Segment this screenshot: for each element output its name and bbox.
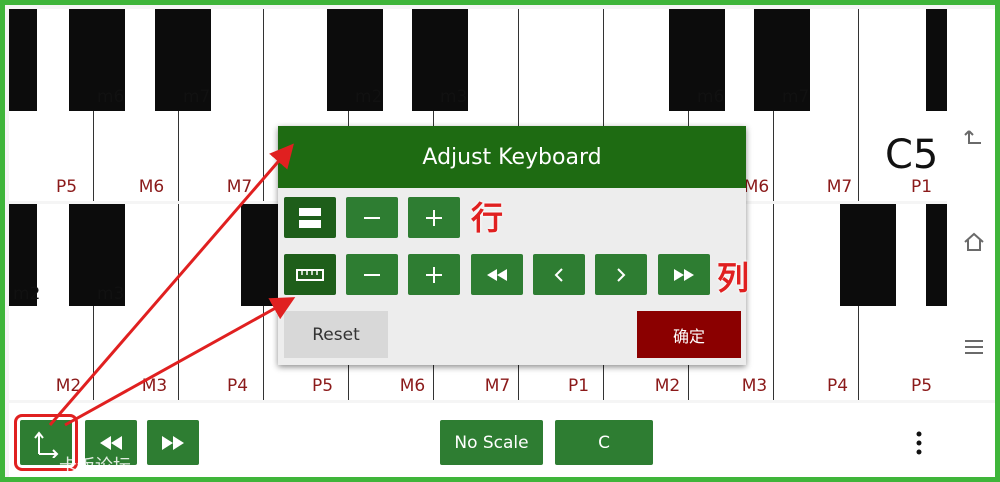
watermark-text: 卡饭论坛 [59, 456, 131, 477]
annotation-arrows [48, 143, 296, 427]
app-frame: m6 m7 m2 m3 m6 m7 P5 M6 M7 M6 M7 P1 C5 m… [0, 0, 1000, 482]
